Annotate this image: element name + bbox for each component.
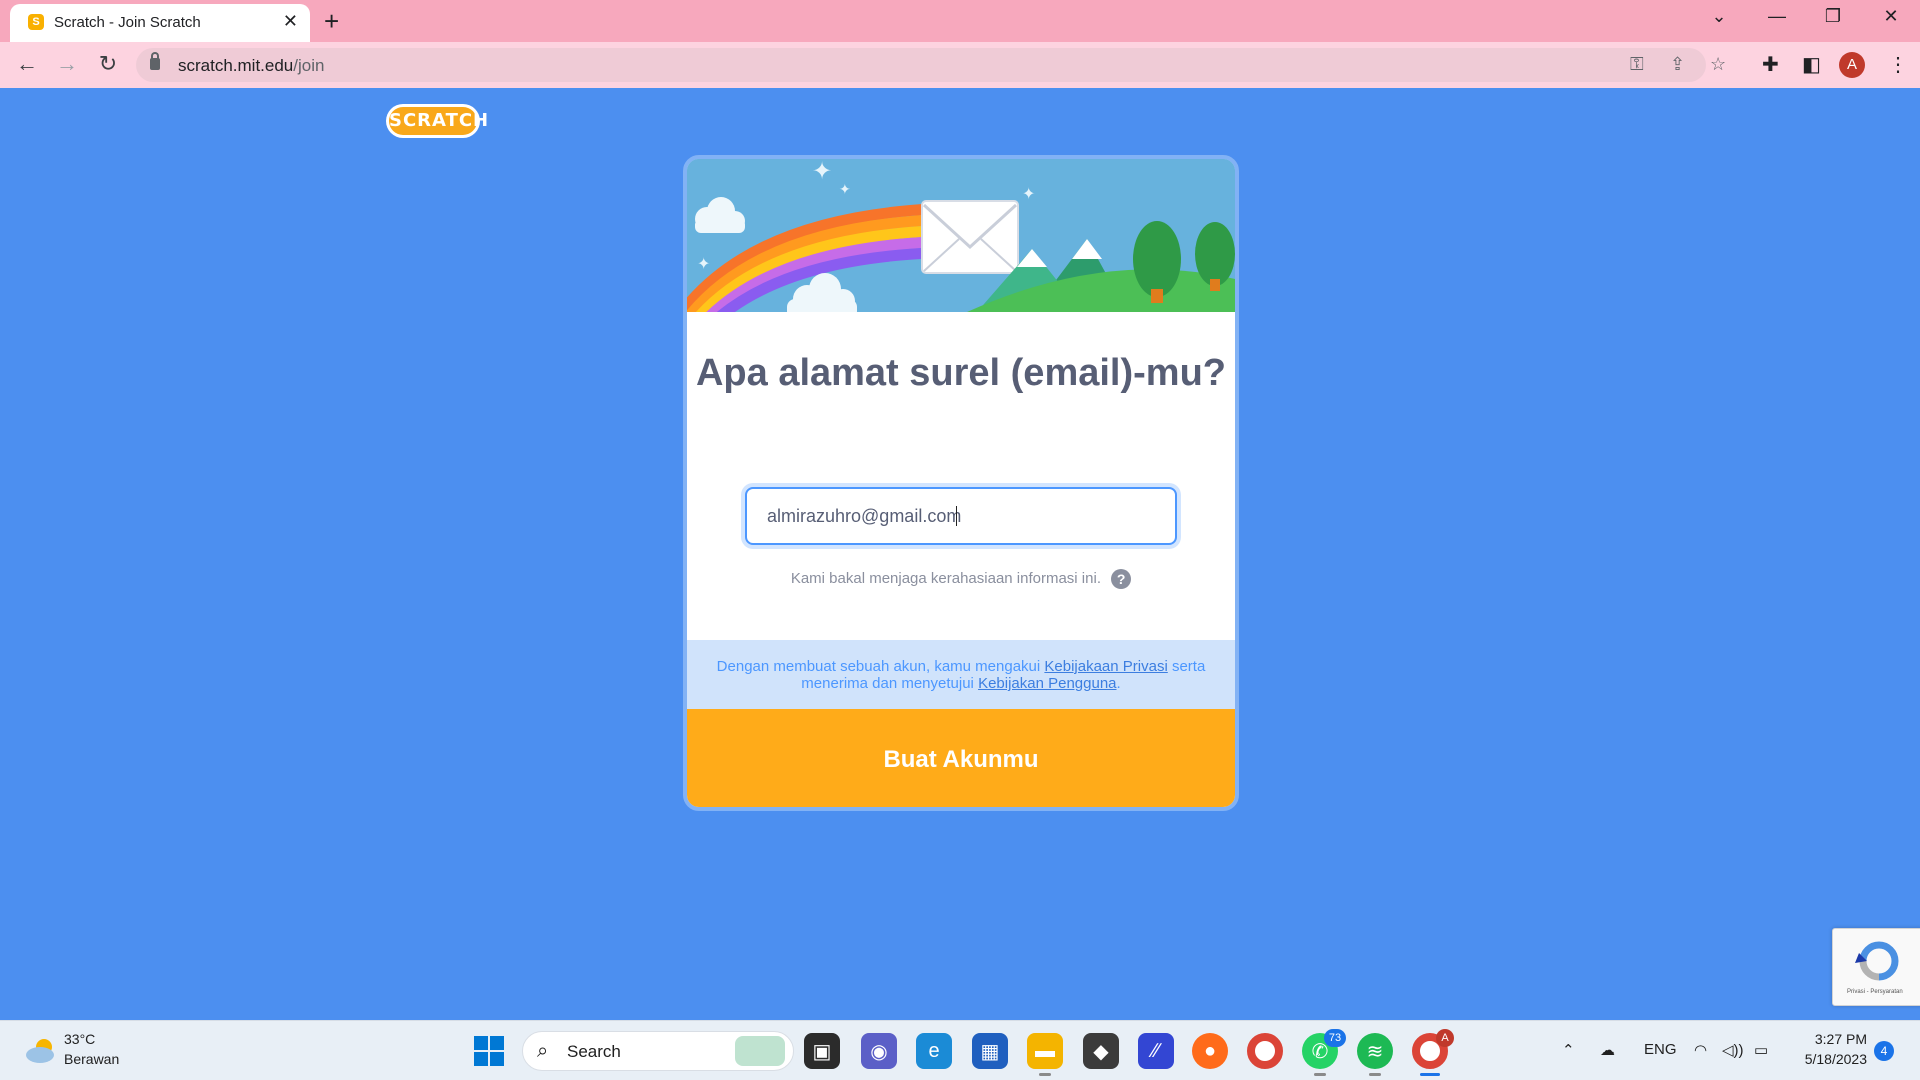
spotify-icon[interactable]: ≋ [1357, 1033, 1393, 1069]
recaptcha-badge[interactable]: Privasi - Persyaratan [1832, 928, 1920, 1006]
edge-browser-icon[interactable]: e [916, 1033, 952, 1069]
terms-suffix: . [1116, 675, 1121, 692]
notification-count-badge[interactable]: 4 [1874, 1041, 1894, 1061]
email-form: Apa alamat surel (email)-mu? Kami bakal … [687, 312, 1235, 640]
teams-chat-icon[interactable]: ◉ [861, 1033, 897, 1069]
tab-search-chevron-icon[interactable]: ⌄ [1704, 6, 1734, 27]
file-explorer-icon[interactable]: ▬ [1027, 1033, 1063, 1069]
tab-title: Scratch - Join Scratch [54, 14, 201, 31]
taskbar-search[interactable]: ⌕ Search [522, 1031, 794, 1071]
spotify-running-indicator [1369, 1073, 1381, 1076]
hero-illustration: ✦ ✦ ✦ ✦ [687, 159, 1235, 312]
battery-icon[interactable]: ▭ [1754, 1041, 1768, 1059]
email-field[interactable] [745, 487, 1177, 545]
key-icon[interactable]: ⚿ [1630, 54, 1644, 75]
clock-date[interactable]: 5/18/2023 [1792, 1051, 1867, 1067]
recaptcha-icon [1855, 941, 1899, 981]
language-indicator[interactable]: ENG [1644, 1041, 1677, 1058]
taskbar: 33°C Berawan ⌕ Search ▣ ◉ e ▦ ▬ ◆ ∕∕ ● ✆… [0, 1020, 1920, 1080]
recaptcha-text[interactable]: Privasi - Persyaratan [1847, 989, 1903, 995]
browser-toolbar: ← → ↻ scratch.mit.edu/join ⚿ ⇪ ☆ ✚ ◧ A ⋮ [0, 42, 1920, 88]
privacy-hint: Kami bakal menjaga kerahasiaan informasi… [687, 569, 1235, 589]
side-panel-icon[interactable]: ◧ [1802, 52, 1821, 77]
share-icon[interactable]: ⇪ [1670, 54, 1685, 75]
task-view-icon[interactable]: ▣ [804, 1033, 840, 1069]
extensions-puzzle-icon[interactable]: ✚ [1762, 52, 1779, 77]
search-icon: ⌕ [537, 1040, 549, 1062]
search-highlight-image [735, 1036, 785, 1066]
chrome-active-indicator [1420, 1073, 1440, 1076]
terms-prefix: Dengan membuat sebuah akun, kamu mengaku… [716, 658, 1041, 675]
scratch-logo-text: SCRATCH [389, 107, 488, 135]
minimize-icon[interactable]: — [1762, 6, 1792, 27]
weather-description[interactable]: Berawan [64, 1051, 119, 1067]
privacy-hint-text: Kami bakal menjaga kerahasiaan informasi… [790, 569, 1101, 587]
tab-close-icon[interactable]: ✕ [283, 11, 298, 32]
whatsapp-unread-badge: 73 [1324, 1029, 1346, 1047]
scratch-favicon-icon: S [28, 14, 44, 30]
text-caret [956, 506, 957, 526]
menu-kebab-icon[interactable]: ⋮ [1888, 52, 1908, 77]
chrome-profile-badge: A [1436, 1029, 1454, 1047]
join-modal: ✦ ✦ ✦ ✦ Apa alamat surel (email)-mu? alm… [683, 155, 1239, 811]
bookmark-star-icon[interactable]: ☆ [1710, 54, 1726, 75]
terms-notice: Dengan membuat sebuah akun, kamu mengaku… [687, 640, 1235, 709]
address-bar[interactable]: scratch.mit.edu/join ⚿ ⇪ ☆ [136, 48, 1726, 82]
clock-time[interactable]: 3:27 PM [1797, 1031, 1867, 1047]
help-icon[interactable]: ? [1111, 569, 1132, 589]
whatsapp-running-indicator [1314, 1073, 1326, 1076]
new-tab-icon[interactable]: + [324, 6, 339, 37]
volume-icon[interactable]: ◁)) [1722, 1041, 1744, 1059]
tray-chevron-icon[interactable]: ⌃ [1562, 1041, 1575, 1059]
whatsapp-icon[interactable]: ✆ 73 [1302, 1029, 1346, 1069]
onedrive-icon[interactable]: ☁ [1600, 1041, 1615, 1059]
svg-text:✦: ✦ [1022, 186, 1035, 203]
rainbow-envelope-illustration: ✦ ✦ ✦ ✦ [687, 159, 1235, 312]
chrome-icon[interactable] [1247, 1033, 1283, 1069]
page-title: Apa alamat surel (email)-mu? [695, 352, 1227, 394]
restore-icon[interactable]: ❐ [1818, 6, 1848, 27]
tab-strip: S Scratch - Join Scratch ✕ + ⌄ — ❐ ✕ [0, 0, 1920, 42]
back-icon[interactable]: ← [13, 51, 41, 77]
svg-text:✦: ✦ [839, 181, 851, 197]
svg-text:✦: ✦ [697, 256, 710, 273]
forward-icon[interactable]: → [53, 51, 81, 77]
unity-hub-icon[interactable]: ◆ [1083, 1033, 1119, 1069]
search-label: Search [567, 1042, 621, 1061]
browser-tab[interactable]: S Scratch - Join Scratch ✕ [10, 4, 310, 42]
reload-icon[interactable]: ↻ [94, 51, 122, 77]
svg-text:✦: ✦ [812, 159, 832, 185]
lock-icon[interactable] [150, 52, 160, 70]
scratch-logo[interactable]: SCRATCH [386, 104, 488, 138]
chrome-profile-icon[interactable]: A [1412, 1029, 1454, 1069]
user-policy-link[interactable]: Kebijakan Pengguna [978, 675, 1116, 692]
weather-cloud-icon[interactable] [24, 1037, 58, 1065]
weather-temperature[interactable]: 33°C [64, 1031, 95, 1047]
editor-app-icon[interactable]: ∕∕ [1138, 1033, 1174, 1069]
firefox-icon[interactable]: ● [1192, 1033, 1228, 1069]
close-window-icon[interactable]: ✕ [1876, 6, 1906, 27]
windows-start-icon[interactable] [474, 1036, 504, 1066]
file-explorer-running-indicator [1039, 1073, 1051, 1076]
wifi-icon[interactable]: ◠ [1694, 1041, 1707, 1059]
url-text: scratch.mit.edu/join [178, 56, 325, 75]
microsoft-store-icon[interactable]: ▦ [972, 1033, 1008, 1069]
create-account-button[interactable]: Buat Akunmu [687, 709, 1235, 807]
profile-avatar[interactable]: A [1839, 52, 1865, 78]
privacy-policy-link[interactable]: Kebijakaan Privasi [1044, 658, 1167, 675]
